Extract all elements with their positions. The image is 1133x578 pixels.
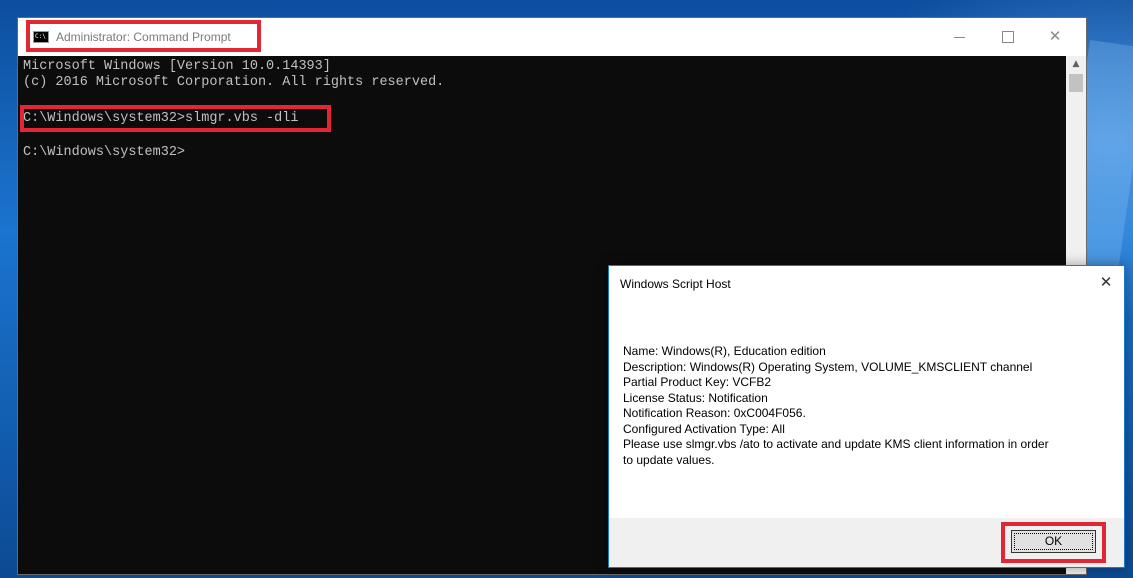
console-line: (c) 2016 Microsoft Corporation. All righ… <box>23 75 445 90</box>
close-icon: ✕ <box>1048 27 1062 45</box>
cmd-titlebar[interactable]: C:\ Administrator: Command Prompt ✕ <box>18 18 1086 56</box>
maximize-icon <box>1002 31 1014 43</box>
close-icon: ✕ <box>1099 273 1113 291</box>
scroll-thumb[interactable] <box>1069 74 1083 92</box>
dialog-message-line: Name: Windows(R), Education edition <box>623 344 826 358</box>
console-prompt-line: C:\Windows\system32> <box>23 145 186 160</box>
dialog-message: Name: Windows(R), Education edition Desc… <box>623 344 1103 468</box>
dialog-footer: OK <box>609 518 1124 567</box>
dialog-message-line: to update values. <box>623 452 715 467</box>
scroll-up-arrow-icon[interactable]: ▲ <box>1066 56 1086 73</box>
dialog-close-button[interactable]: ✕ <box>1087 266 1125 299</box>
dialog-message-line: License Status: Notification <box>623 390 768 405</box>
dialog-title: Windows Script Host <box>620 277 731 291</box>
dialog-message-line: Partial Product Key: VCFB2 <box>623 375 772 389</box>
console-line: Microsoft Windows [Version 10.0.14393] <box>23 59 331 74</box>
command-highlight-box <box>20 105 331 132</box>
title-highlight-box <box>26 20 261 52</box>
dialog-message-line: Configured Activation Type: All <box>623 421 785 436</box>
dialog-message-line: Description: Windows(R) Operating System… <box>623 359 1033 374</box>
windows-script-host-dialog[interactable]: Windows Script Host ✕ Name: Windows(R), … <box>608 265 1125 568</box>
minimize-icon <box>954 37 965 38</box>
close-button[interactable]: ✕ <box>1032 18 1078 54</box>
dialog-message-line: Notification Reason: 0xC004F056. <box>623 406 806 420</box>
maximize-button[interactable] <box>984 18 1030 54</box>
minimize-button[interactable] <box>936 18 982 54</box>
dialog-message-line: Please use slmgr.vbs /ato to activate an… <box>623 437 1049 451</box>
dialog-body: Name: Windows(R), Education edition Desc… <box>609 300 1124 518</box>
ok-highlight-box <box>1001 522 1106 563</box>
